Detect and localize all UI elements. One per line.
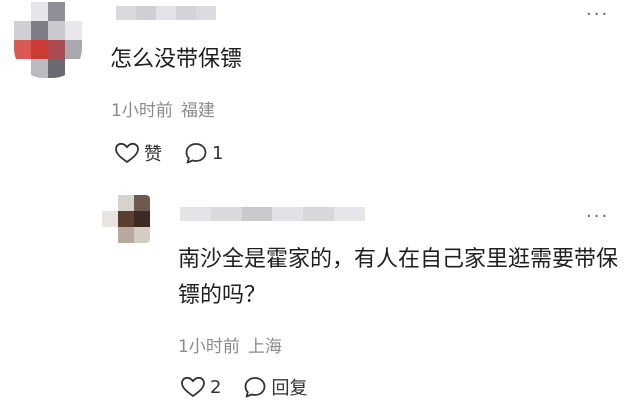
comment-text: 南沙全是霍家的，有人在自己家里逛需要带保镖的吗？ — [178, 247, 619, 308]
comment-meta: 1小时前 上海 — [178, 332, 282, 357]
heart-icon — [115, 142, 139, 163]
comment-bubble-icon — [185, 143, 207, 164]
like-label: 赞 — [144, 144, 162, 165]
like-count: 2 — [210, 376, 222, 398]
comment-meta: 1小时前 福建 — [111, 96, 215, 121]
comment-time: 1小时前 — [178, 337, 240, 357]
avatar[interactable] — [102, 195, 150, 243]
like-button[interactable]: 2 — [180, 376, 221, 398]
reply-button[interactable]: 回复 — [243, 374, 307, 400]
comment-actions: 2 回复 — [180, 374, 307, 400]
comment-bubble-icon — [245, 377, 266, 398]
comment-text: 怎么没带保镖 — [110, 47, 243, 72]
reply-button[interactable]: 1 — [184, 142, 223, 164]
comment-location: 福建 — [180, 101, 215, 121]
username-blurred[interactable] — [180, 207, 365, 221]
comment-actions: 赞 1 — [114, 140, 223, 166]
reply-label: 回复 — [271, 378, 308, 399]
heart-icon — [181, 376, 205, 397]
reply-count: 1 — [212, 142, 224, 164]
comment-location: 上海 — [247, 337, 282, 357]
more-horizontal-icon[interactable]: ··· — [586, 208, 609, 226]
like-button[interactable]: 赞 — [114, 140, 162, 166]
more-horizontal-icon[interactable]: ··· — [586, 6, 609, 24]
comment-time: 1小时前 — [111, 101, 173, 121]
username-blurred[interactable] — [116, 6, 216, 20]
avatar[interactable] — [14, 2, 82, 78]
